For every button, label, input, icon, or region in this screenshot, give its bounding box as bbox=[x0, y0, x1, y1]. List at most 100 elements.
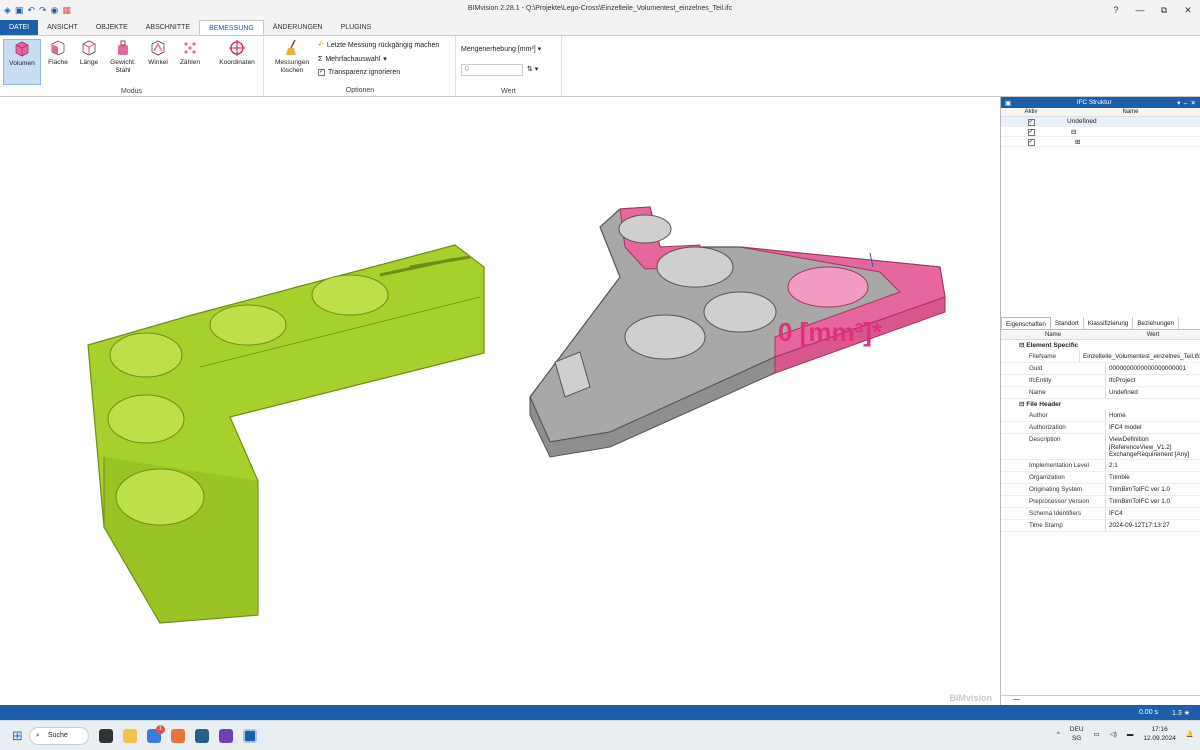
volume-icon[interactable]: ◁) bbox=[1110, 730, 1117, 739]
transparency-checkbox[interactable]: ✓ Transparenz ignorieren bbox=[318, 69, 400, 76]
group-modus: Volumen Fläche Länge Gewicht: Stahl Wink… bbox=[0, 36, 264, 97]
tab-ansicht[interactable]: ANSICHT bbox=[38, 20, 87, 35]
properties-grid: Name Wert ⊟ Element Specific FileName Ein… bbox=[1001, 331, 1200, 532]
tab-aenderungen[interactable]: ÄNDERUNGEN bbox=[264, 20, 332, 35]
table-row: Time Stamp 2024-09-12T17:13:27 bbox=[1001, 519, 1200, 532]
props-header: Name Wert bbox=[1001, 331, 1200, 340]
table-row: Description ViewDefinition [ReferenceView… bbox=[1001, 434, 1200, 460]
section-element-specific[interactable]: ⊟ Element Specific bbox=[1001, 340, 1200, 351]
sort-icon[interactable]: ⇅ ▾ bbox=[527, 65, 538, 73]
chevron-down-icon: ▾ bbox=[537, 46, 542, 53]
chevron-up-icon[interactable]: ^ bbox=[1057, 730, 1060, 739]
outlook-icon[interactable]: 1 bbox=[146, 724, 165, 743]
panel-controls[interactable]: ▾ ⇔ ✕ bbox=[1177, 99, 1196, 107]
status-time: 0.00 s bbox=[1138, 709, 1159, 716]
length-icon bbox=[82, 40, 96, 56]
clock[interactable]: 17:16 12.09.2024 bbox=[1143, 725, 1176, 743]
checkbox-checked-icon[interactable]: ✓ bbox=[1027, 138, 1035, 146]
section-file-header[interactable]: ⊟ File Header bbox=[1001, 399, 1200, 410]
table-row: Schema Identifiers IFC4 bbox=[1001, 507, 1200, 520]
checkbox-checked-icon[interactable]: ✓ bbox=[1027, 118, 1035, 126]
model-view bbox=[87, 206, 946, 624]
group-caption-modus: Modus bbox=[120, 88, 142, 95]
help-button[interactable]: ? bbox=[1104, 0, 1128, 20]
multi-select-option[interactable]: Σ Mehrfachauswahl ▾ bbox=[318, 55, 387, 64]
search-icon: ⌕ bbox=[35, 731, 40, 739]
windows-start-icon[interactable]: ⊞ bbox=[12, 728, 23, 744]
gewicht-button[interactable]: Gewicht: Stahl bbox=[106, 39, 140, 75]
undo-measurement-option[interactable]: ↶ Letzte Messung rückgängig machen bbox=[318, 41, 439, 50]
table-row: Organization Trimble bbox=[1001, 471, 1200, 484]
task-view-icon[interactable] bbox=[98, 728, 113, 743]
table-row: Preprocessor Version TrimBimToIFC ver 1.0 bbox=[1001, 495, 1200, 508]
minimize-button[interactable]: — bbox=[1128, 0, 1152, 20]
restore-button[interactable]: ⧉ bbox=[1152, 0, 1176, 20]
system-tray: ^ DEU SG ▭ ◁) ▬ 17:16 12.09.2024 🔔 bbox=[1057, 725, 1194, 743]
tab-klassifizierung[interactable]: Klassifizierung bbox=[1084, 317, 1134, 329]
close-button[interactable]: ✕ bbox=[1176, 0, 1200, 20]
window-controls: ? — ⧉ ✕ bbox=[1104, 0, 1200, 20]
koordinaten-button[interactable]: Koordinaten bbox=[214, 39, 260, 67]
table-row: FileName Einzelteile_Volumentest_einzelne… bbox=[1001, 351, 1200, 363]
tab-datei[interactable]: DATEI bbox=[0, 20, 39, 35]
network-icon[interactable]: ▭ bbox=[1094, 730, 1100, 739]
affinity-icon[interactable] bbox=[218, 728, 233, 743]
status-bar: 0.00 s 1.3 ★ bbox=[0, 705, 1200, 720]
chevron-down-icon: ▾ bbox=[383, 56, 387, 63]
angle-icon bbox=[151, 40, 165, 56]
group-caption-wert: Wert bbox=[501, 88, 516, 95]
notification-badge: 1 bbox=[155, 724, 165, 734]
flaeche-button[interactable]: Fläche bbox=[43, 39, 73, 67]
volumen-button[interactable]: Volumen bbox=[3, 39, 41, 85]
area-icon bbox=[51, 40, 65, 56]
title-bar: ◈ ▣ ↶ ↷ ◉ ▦ BIMvision 2.28.1 - Q:\Projek… bbox=[0, 0, 1200, 20]
group-caption-optionen: Optionen bbox=[345, 87, 375, 94]
mengenerhebung-label[interactable]: Mengenerhebung [mm³] ▾ bbox=[461, 45, 541, 53]
table-row: IfcEntity IfcProject bbox=[1001, 375, 1200, 387]
table-row: Name Undefined bbox=[1001, 387, 1200, 399]
table-row: Author Home bbox=[1001, 410, 1200, 422]
weight-icon bbox=[118, 40, 128, 55]
tab-objekte[interactable]: OBJEKTE bbox=[87, 20, 137, 35]
checkbox-checked-icon[interactable]: ✓ bbox=[1027, 128, 1035, 136]
ifc-table-header: Aktiv Name bbox=[1001, 108, 1200, 117]
taskbar-search[interactable]: ⌕ Suche bbox=[28, 726, 89, 745]
battery-icon[interactable]: ▬ bbox=[1127, 730, 1134, 739]
ribbon: Volumen Fläche Länge Gewicht: Stahl Wink… bbox=[0, 36, 1200, 97]
messungen-loeschen-button[interactable]: Messungen löschen bbox=[270, 39, 314, 75]
value-field[interactable]: 0 bbox=[461, 64, 523, 76]
tree-row[interactable]: ✓ ⊟ bbox=[1001, 127, 1200, 137]
tree-expander-icon[interactable]: ⊟ bbox=[1061, 128, 1200, 136]
right-panel: ▣ IFC Struktur ▾ ⇔ ✕ Aktiv Name ✓ Undefi… bbox=[1000, 97, 1200, 705]
bimvision-taskbar-icon[interactable] bbox=[242, 728, 257, 743]
winkel-button[interactable]: Winkel bbox=[143, 39, 173, 67]
green-l-beam bbox=[87, 244, 485, 624]
panel-icon: ▣ bbox=[1005, 99, 1012, 107]
file-explorer-icon[interactable] bbox=[122, 728, 137, 743]
tab-standort[interactable]: Standort bbox=[1051, 317, 1084, 329]
zaehlen-button[interactable]: Zählen bbox=[175, 39, 205, 67]
laenge-button[interactable]: Länge bbox=[74, 39, 104, 67]
broom-icon bbox=[286, 39, 296, 55]
tab-beziehungen[interactable]: Beziehungen bbox=[1133, 317, 1180, 329]
gray-triangle-part bbox=[529, 206, 946, 458]
tab-eigenschaften[interactable]: Eigenschaften bbox=[1001, 317, 1051, 329]
tree-row[interactable]: ✓ Undefined bbox=[1001, 117, 1200, 127]
tab-bemessung[interactable]: BEMESSUNG bbox=[199, 20, 264, 35]
tree-expander-icon[interactable]: ⊞ bbox=[1061, 138, 1200, 146]
table-row: Guid 0000000000000000000001 bbox=[1001, 363, 1200, 375]
firefox-icon[interactable] bbox=[170, 728, 185, 743]
notification-bell-icon[interactable]: 🔔 bbox=[1186, 730, 1194, 739]
tab-abschnitte[interactable]: ABSCHNITTE bbox=[137, 20, 199, 35]
table-row: Originating System TrimBimToIFC ver 1.0 bbox=[1001, 483, 1200, 496]
checkbox-checked-icon: ✓ bbox=[318, 69, 325, 76]
crosshair-icon bbox=[229, 40, 245, 56]
sigma-icon: Σ bbox=[318, 55, 323, 63]
3d-viewport[interactable]: 0 [mm³]* BIMvision bbox=[0, 97, 1000, 705]
language-indicator[interactable]: DEU SG bbox=[1070, 725, 1084, 743]
ifc-structure-header: ▣ IFC Struktur ▾ ⇔ ✕ bbox=[1001, 97, 1200, 108]
window-title: BIMvision 2.28.1 - Q:\Projekte\Lego-Cros… bbox=[467, 5, 733, 12]
tree-row[interactable]: ✓ ⊞ bbox=[1001, 137, 1200, 147]
sketchup-icon[interactable] bbox=[194, 728, 209, 743]
tab-plugins[interactable]: PLUGINS bbox=[332, 20, 381, 35]
